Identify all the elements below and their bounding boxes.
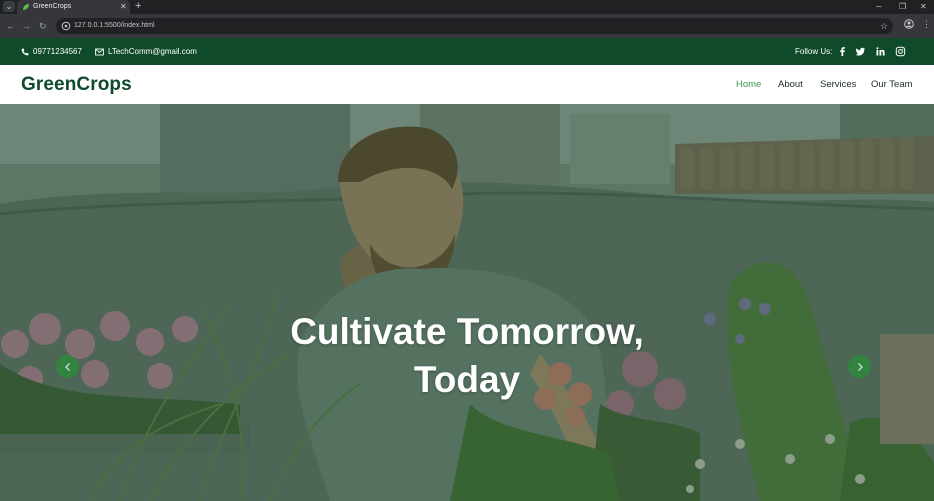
url-text: 127.0.0.1:5500/index.html: [74, 22, 155, 29]
nav-link-home[interactable]: Home: [736, 79, 761, 91]
site-info-icon[interactable]: [61, 21, 71, 31]
nav-link-our-team[interactable]: Our Team: [871, 79, 913, 91]
envelope-icon: [95, 48, 104, 55]
nav-link-about[interactable]: About: [778, 79, 803, 91]
facebook-icon[interactable]: [837, 46, 848, 57]
twitter-icon[interactable]: [855, 46, 866, 57]
restore-icon[interactable]: ❐: [899, 1, 906, 12]
brand-logo[interactable]: GreenCrops: [21, 74, 132, 96]
hero-carousel: Cultivate Tomorrow, Today: [0, 104, 934, 501]
chevron-right-icon: [857, 362, 863, 371]
browser-tab[interactable]: GreenCrops ✕: [17, 0, 130, 14]
browser-toolbar: ← → ↻ 127.0.0.1:5500/index.html ☆ ⋮: [0, 14, 934, 38]
new-tab-icon[interactable]: +: [135, 0, 141, 13]
main-navbar: GreenCrops Home About Services Our Team: [0, 65, 934, 104]
hero-heading-line1: Cultivate Tomorrow,: [290, 311, 644, 352]
profile-icon[interactable]: [904, 19, 914, 29]
phone-contact[interactable]: 09771234567: [21, 38, 82, 65]
favicon-icon: [23, 4, 29, 10]
follow-us-label: Follow Us:: [795, 47, 833, 56]
tab-search-button[interactable]: ⌄: [3, 1, 15, 12]
hero-green-overlay: [0, 104, 934, 501]
carousel-prev-button[interactable]: [56, 355, 79, 378]
contact-topbar: 09771234567 LTechComm@gmail.com Follow U…: [0, 38, 934, 65]
instagram-icon[interactable]: [895, 46, 906, 57]
address-bar[interactable]: 127.0.0.1:5500/index.html ☆: [56, 18, 893, 34]
phone-icon: [21, 48, 29, 55]
browser-tab-strip: ⌄ GreenCrops ✕ + ─ ❐ ✕: [0, 0, 934, 14]
hero-heading-line2: Today: [413, 359, 521, 400]
phone-text: 09771234567: [33, 47, 82, 56]
tab-title: GreenCrops: [33, 3, 72, 10]
menu-kebab-icon[interactable]: ⋮: [922, 19, 931, 29]
bookmark-star-icon[interactable]: ☆: [880, 20, 888, 32]
window-close-icon[interactable]: ✕: [920, 1, 927, 12]
carousel-next-button[interactable]: [848, 355, 871, 378]
email-text: LTechComm@gmail.com: [108, 47, 197, 56]
nav-link-services[interactable]: Services: [820, 79, 856, 91]
chevron-left-icon: [64, 362, 70, 371]
reload-icon[interactable]: ↻: [39, 20, 47, 32]
linkedin-icon[interactable]: [875, 46, 886, 57]
email-contact[interactable]: LTechComm@gmail.com: [95, 38, 197, 65]
hero-heading: Cultivate Tomorrow, Today: [0, 308, 934, 404]
back-icon[interactable]: ←: [6, 20, 15, 32]
close-tab-icon[interactable]: ✕: [120, 1, 127, 12]
minimize-icon[interactable]: ─: [876, 1, 882, 12]
forward-icon[interactable]: →: [22, 20, 31, 32]
